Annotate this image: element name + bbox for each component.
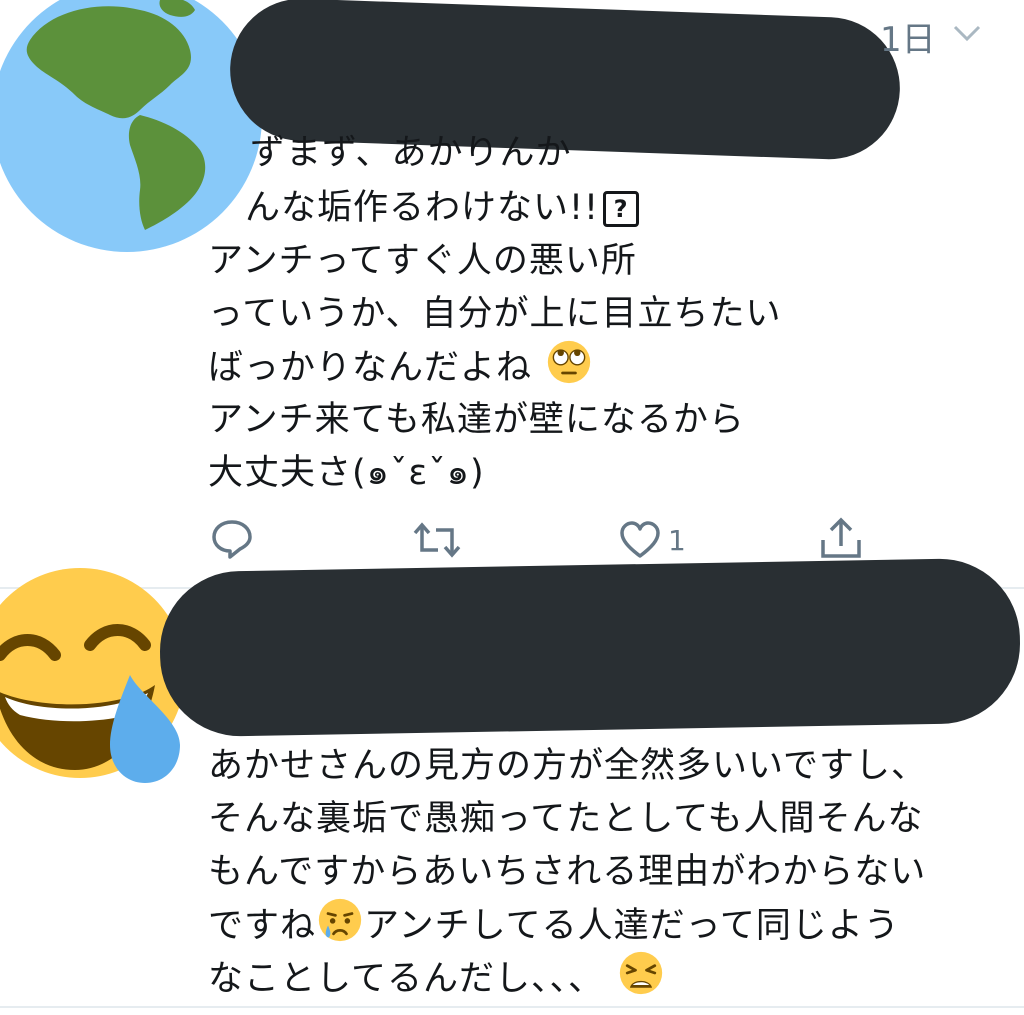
tweet-text-line: 大丈夫さ(๑ˇεˇ๑): [208, 453, 485, 493]
avatar[interactable]: [0, 0, 265, 255]
tweet-text-line: アンチ来ても私達が壁になるから: [208, 400, 745, 440]
tweet-timestamp[interactable]: 1日: [880, 12, 936, 61]
weary-face-emoji: [619, 951, 663, 995]
tweet-text-fragment: なことしてるんだし、、、: [208, 959, 604, 999]
share-icon: [821, 517, 861, 558]
retweet-button[interactable]: [412, 520, 462, 560]
tweet-text-line: アンチってすぐ人の悪い所: [208, 241, 637, 281]
globe-americas-icon: [0, 0, 262, 252]
tweet-text-line: そんな裏垢で愚痴ってたとしても人間そんな: [208, 799, 924, 839]
tweet-text-line: っていうか、自分が上に目立ちたい: [208, 294, 782, 334]
redacted-username: [158, 557, 1022, 738]
tweet-text-line: ばっかりなんだよね: [208, 339, 594, 396]
retweet-icon: [413, 522, 461, 558]
crying-face-emoji: [318, 898, 362, 942]
reply-icon: [212, 520, 252, 559]
heart-icon: [620, 521, 660, 558]
tweet-text-line: ずまず、あかりんか: [250, 133, 572, 173]
tweet-text-fragment: ばっかりなんだよね: [208, 348, 533, 388]
chevron-down-icon[interactable]: [950, 18, 984, 52]
tweet-text-line: もんですからあいちされる理由がわからない: [208, 852, 927, 892]
tweet-text-fragment: ですね: [208, 906, 317, 946]
like-count: 1: [668, 523, 686, 557]
tweet-text-fragment: アンチしてる人達だって同じよう: [364, 906, 900, 946]
reply-button[interactable]: [210, 518, 254, 560]
tweet-text-line: ですね アンチしてる人達だって同じよう: [208, 897, 900, 954]
like-button[interactable]: 1: [618, 520, 686, 560]
tweet-text-line: あかせさんの見方の方が全然多いいですし、: [208, 746, 927, 786]
unknown-character-glyph: ?: [603, 191, 640, 227]
tweet-divider: [0, 1006, 1024, 1008]
share-button[interactable]: [818, 516, 864, 560]
face-rolling-eyes-emoji: [547, 340, 591, 384]
tweet-text-line: んな垢作るわけない!!?: [245, 180, 640, 236]
tweet-text-fragment: んな垢作るわけない!!: [245, 188, 600, 228]
tweet-text-line: なことしてるんだし、、、: [208, 950, 666, 1007]
